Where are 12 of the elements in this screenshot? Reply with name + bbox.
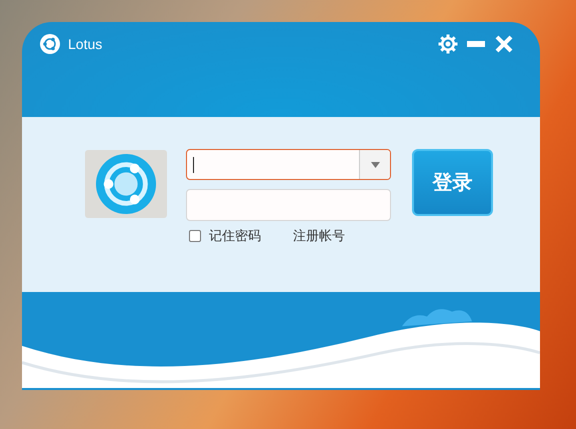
register-link[interactable]: 注册帐号 — [293, 227, 345, 245]
app-logo-icon — [40, 34, 60, 54]
remember-checkbox[interactable] — [189, 230, 201, 242]
remember-label[interactable]: 记住密码 — [209, 227, 261, 245]
caret-icon — [370, 162, 380, 168]
settings-icon[interactable] — [438, 34, 458, 54]
window-title: Lotus — [68, 36, 102, 52]
username-field[interactable] — [186, 149, 391, 180]
dropdown-button[interactable] — [359, 150, 390, 179]
close-icon[interactable] — [494, 34, 514, 54]
password-field[interactable] — [186, 189, 391, 221]
avatar-logo-icon — [95, 153, 157, 215]
